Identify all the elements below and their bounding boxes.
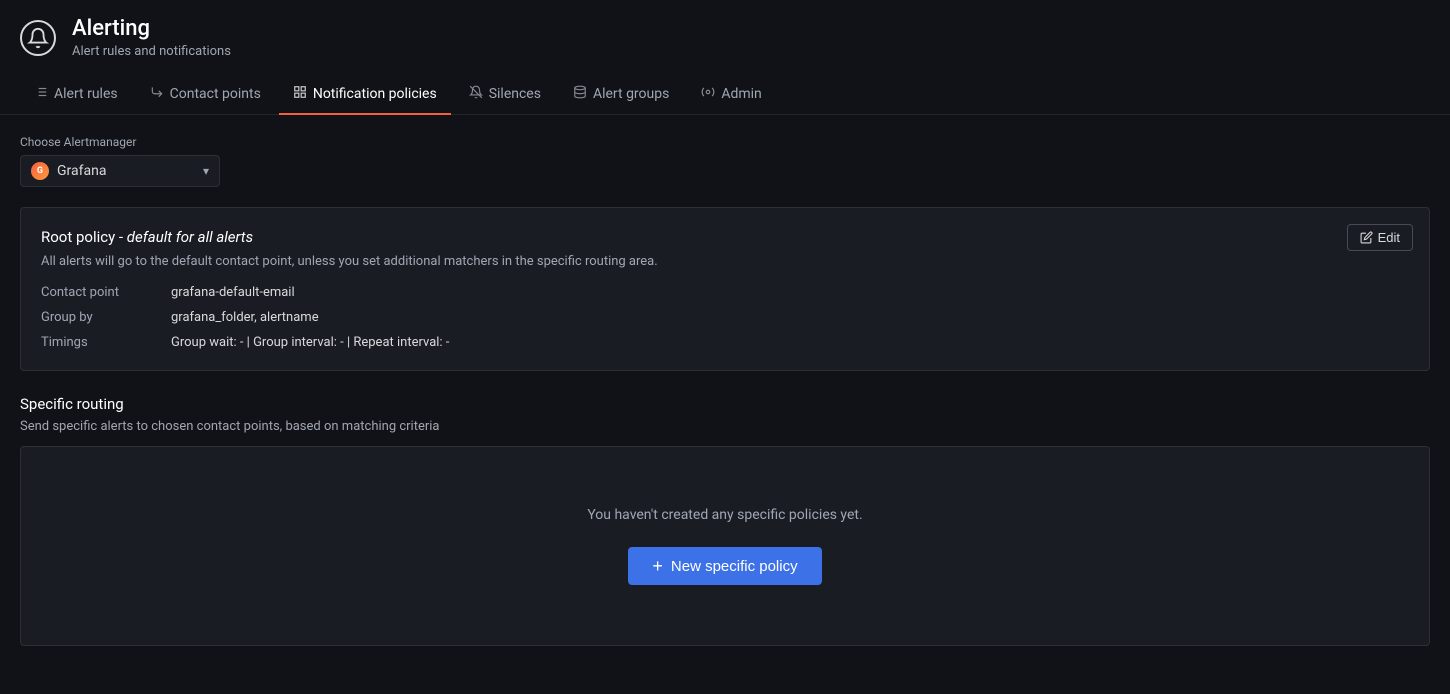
edit-icon (1360, 231, 1373, 244)
new-specific-policy-button[interactable]: + New specific policy (628, 547, 821, 585)
main-content: Choose Alertmanager G Grafana ▾ Root pol… (0, 115, 1450, 666)
group-by-label: Group by (41, 310, 171, 325)
tab-silences-label: Silences (489, 86, 541, 102)
root-policy-subtitle: All alerts will go to the default contac… (41, 254, 1409, 269)
alert-rules-icon (34, 85, 48, 103)
timings-value: Group wait: - | Group interval: - | Repe… (171, 335, 1409, 350)
tab-alert-rules-label: Alert rules (54, 86, 118, 102)
tab-notification-policies[interactable]: Notification policies (279, 75, 451, 115)
alertmanager-label: Choose Alertmanager (20, 135, 1430, 149)
header-text: Alerting Alert rules and notifications (72, 16, 231, 59)
new-policy-button-label: New specific policy (671, 558, 798, 575)
plus-icon: + (652, 557, 663, 575)
nav-tabs: Alert rules Contact points Notification … (0, 75, 1450, 115)
grafana-icon: G (31, 162, 49, 180)
tab-alert-rules[interactable]: Alert rules (20, 75, 132, 115)
tab-admin-label: Admin (721, 86, 761, 102)
notification-policies-icon (293, 85, 307, 103)
admin-icon (701, 85, 715, 103)
root-policy-card: Root policy - default for all alerts All… (20, 207, 1430, 371)
silences-icon (469, 85, 483, 103)
timings-label: Timings (41, 335, 171, 350)
specific-routing-subtitle: Send specific alerts to chosen contact p… (20, 419, 1430, 434)
contact-points-icon (150, 85, 164, 103)
contact-point-value: grafana-default-email (171, 285, 1409, 300)
tab-notification-policies-label: Notification policies (313, 86, 437, 102)
tab-silences[interactable]: Silences (455, 75, 555, 115)
root-policy-title: Root policy - default for all alerts (41, 228, 1409, 246)
chevron-down-icon: ▾ (203, 164, 209, 178)
tab-admin[interactable]: Admin (687, 75, 775, 115)
app-title: Alerting (72, 16, 231, 42)
edit-button[interactable]: Edit (1347, 224, 1413, 251)
policy-details: Contact point grafana-default-email Grou… (41, 285, 1409, 350)
empty-state: You haven't created any specific policie… (20, 446, 1430, 646)
tab-alert-groups[interactable]: Alert groups (559, 75, 683, 115)
tab-contact-points-label: Contact points (170, 86, 261, 102)
empty-state-text: You haven't created any specific policie… (587, 507, 862, 523)
tab-contact-points[interactable]: Contact points (136, 75, 275, 115)
app-icon (20, 20, 56, 56)
specific-routing-title: Specific routing (20, 395, 1430, 413)
contact-point-label: Contact point (41, 285, 171, 300)
alertmanager-value: Grafana (57, 163, 195, 179)
tab-alert-groups-label: Alert groups (593, 86, 669, 102)
app-header: Alerting Alert rules and notifications (0, 0, 1450, 75)
alertmanager-select[interactable]: G Grafana ▾ (20, 155, 220, 187)
app-subtitle: Alert rules and notifications (72, 44, 231, 59)
alert-groups-icon (573, 85, 587, 103)
group-by-value: grafana_folder, alertname (171, 310, 1409, 325)
